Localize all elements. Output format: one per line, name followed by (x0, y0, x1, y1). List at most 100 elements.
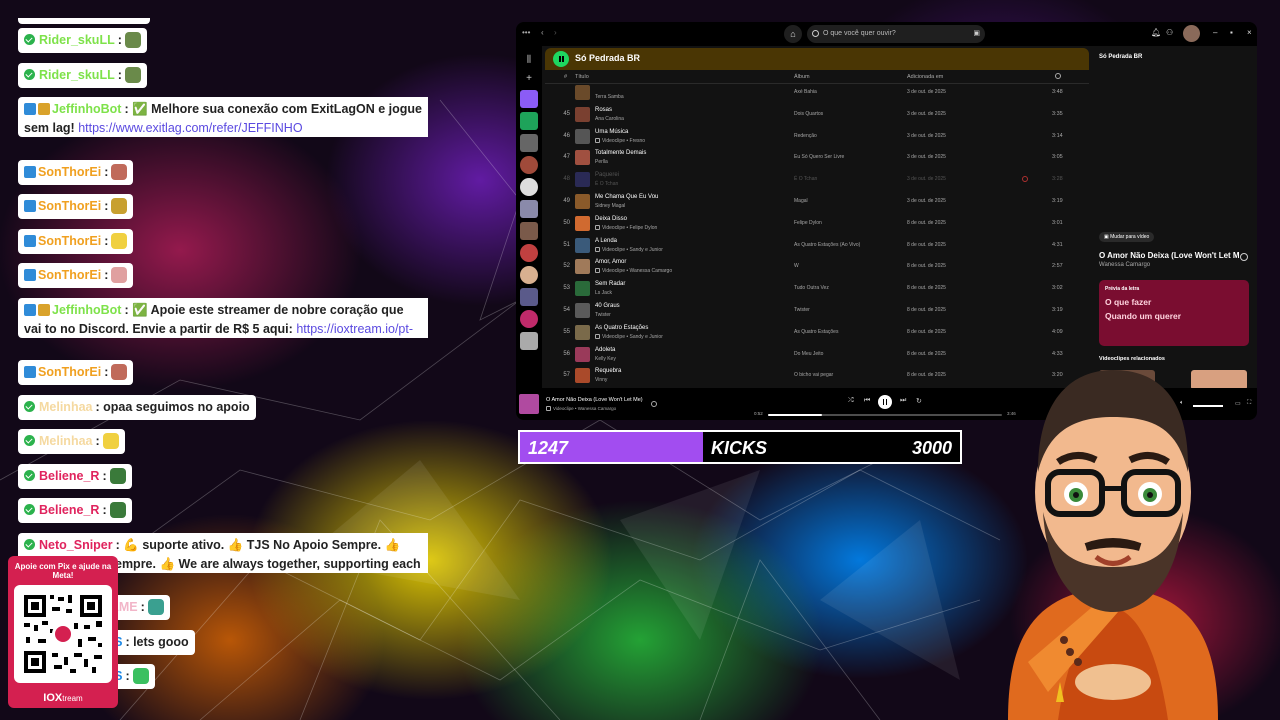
pause-button[interactable] (553, 51, 569, 67)
chat-username[interactable]: SonThorEi (38, 268, 101, 282)
col-title[interactable]: Título (575, 74, 589, 80)
track-row[interactable]: 47 Totalmente Demais Perlla Eu Só Quero Ser… (545, 147, 1089, 169)
browse-icon[interactable]: ▣ (973, 25, 980, 43)
track-row[interactable]: 49 Me Chama Que Eu Vou Sidney Magal Magal 3 … (545, 191, 1089, 213)
track-row[interactable]: 52 Amor, Amor Videoclipe • Wanessa Camargo… (545, 256, 1089, 278)
player-title[interactable]: O Amor Não Deixa (Love Won't Let Me) (546, 397, 643, 403)
friends-icon[interactable]: ⚇ (1166, 28, 1173, 37)
track-album[interactable]: É O Tchan (794, 176, 817, 182)
library-item[interactable] (520, 134, 538, 152)
bell-icon[interactable]: 🔔︎ (1151, 28, 1161, 37)
chat-username[interactable]: Melinhaa (39, 400, 93, 414)
add-to-library-icon[interactable] (1240, 253, 1248, 261)
track-row[interactable]: 51 A Lenda Videoclipe • Sandy e Junior As Q… (545, 235, 1089, 257)
user-avatar[interactable] (1183, 25, 1200, 42)
track-album[interactable]: Do Meu Jeito (794, 351, 823, 357)
chat-username[interactable]: JeffinhoBot (52, 102, 121, 116)
track-row[interactable]: 46 Uma Música Videoclipe • Fresno Redenção 3… (545, 126, 1089, 148)
col-album[interactable]: Álbum (794, 74, 810, 80)
chat-username[interactable]: SonThorEi (38, 199, 101, 213)
library-item[interactable] (520, 222, 538, 240)
next-icon[interactable]: ⏭︎ (900, 397, 906, 405)
library-item[interactable] (520, 332, 538, 350)
track-artist[interactable]: Videoclipe • Sandy e Junior (595, 246, 663, 253)
minimize-icon[interactable]: – (1213, 28, 1217, 37)
track-album[interactable]: Axé Bahia (794, 89, 817, 95)
track-artist[interactable]: É O Tchan (595, 181, 618, 187)
track-artist[interactable]: Terra Samba (595, 94, 624, 100)
home-button[interactable]: ⌂ (784, 25, 802, 43)
more-options-icon[interactable]: ••• (522, 28, 530, 37)
track-artist[interactable]: Twister (595, 312, 611, 318)
miniplayer-icon[interactable]: ▭ (1235, 400, 1241, 407)
lyrics-preview[interactable]: Prévia da letra O que fazer Quando um qu… (1099, 280, 1249, 346)
chat-username[interactable]: Melinhaa (39, 434, 93, 448)
track-row[interactable]: 54 40 Graus Twister Twister 8 de out. de 202… (545, 300, 1089, 322)
chat-username[interactable]: Neto_Sniper (39, 538, 113, 552)
track-artist[interactable]: Vinny (595, 377, 607, 383)
previous-icon[interactable]: ⏮︎ (864, 397, 870, 405)
track-album[interactable]: Magal (794, 198, 808, 204)
track-album[interactable]: Twister (794, 307, 810, 313)
track-row[interactable]: 55 As Quatro Estações Videoclipe • Sandy e… (545, 322, 1089, 344)
track-row[interactable]: 50 Deixa Disso Videoclipe • Felipe Dylon Fe… (545, 213, 1089, 235)
track-artist[interactable]: Ana Carolina (595, 116, 624, 122)
track-album[interactable]: Dois Quartos (794, 111, 823, 117)
track-artist[interactable]: Videoclipe • Fresno (595, 137, 645, 144)
library-item[interactable] (520, 200, 538, 218)
track-row[interactable]: Terra Samba Axé Bahia 3 de out. de 2025 3:4… (545, 84, 1089, 104)
chat-username[interactable]: SonThorEi (38, 165, 101, 179)
track-artist[interactable]: Videoclipe • Sandy e Junior (595, 333, 663, 340)
back-icon[interactable]: ‹ (541, 28, 544, 37)
maximize-icon[interactable]: ▪ (1230, 28, 1233, 37)
track-artist[interactable]: Videoclipe • Felipe Dylon (595, 224, 657, 231)
player-subtitle[interactable]: Videoclipe • Wanessa Camargo (546, 406, 616, 411)
chat-username[interactable]: SonThorEi (38, 365, 101, 379)
chat-username[interactable]: Rider_skuLL (39, 68, 115, 82)
col-added[interactable]: Adicionada em (907, 74, 943, 80)
track-row[interactable]: 53 Sem Radar Ls Jack Tudo Outra Vez 8 de out… (545, 278, 1089, 300)
track-album[interactable]: O bicho vai pegar (794, 372, 833, 378)
now-playing-cover[interactable] (519, 394, 539, 414)
track-album[interactable]: Tudo Outra Vez (794, 285, 829, 291)
repeat-icon[interactable]: ↻ (916, 397, 922, 405)
library-item[interactable] (520, 244, 538, 262)
chat-username[interactable]: JeffinhoBot (52, 303, 121, 317)
chat-username[interactable]: Beliene_R (39, 469, 99, 483)
track-artist[interactable]: Perlla (595, 159, 608, 165)
library-item[interactable] (520, 310, 538, 328)
track-artist[interactable]: Sidney Magal (595, 203, 625, 209)
chat-username[interactable]: SonThorEi (38, 234, 101, 248)
search-input[interactable]: O que você quer ouvir? ▣ (807, 25, 985, 43)
add-icon[interactable]: + (520, 72, 538, 86)
chat-username[interactable]: Rider_skuLL (39, 33, 115, 47)
library-item[interactable] (520, 178, 538, 196)
play-pause-button[interactable] (878, 395, 892, 409)
add-icon[interactable] (651, 401, 657, 407)
track-album[interactable]: Eu Só Quero Ser Livre (794, 154, 844, 160)
now-playing-title[interactable]: O Amor Não Deixa (Love Won't Let Me) (1099, 251, 1239, 260)
library-icon[interactable]: ⫼ (520, 50, 538, 68)
forward-icon[interactable]: › (554, 28, 557, 37)
fullscreen-icon[interactable]: ⛶ (1247, 400, 1251, 407)
track-album[interactable]: Redenção (794, 133, 817, 139)
close-icon[interactable]: × (1247, 28, 1252, 37)
saved-episodes-icon[interactable] (520, 112, 538, 130)
liked-songs-icon[interactable] (520, 90, 538, 108)
library-item[interactable] (520, 288, 538, 306)
now-playing-artist[interactable]: Wanessa Camargo (1099, 262, 1150, 268)
progress-bar[interactable] (768, 414, 1002, 416)
track-artist[interactable]: Kelly Key (595, 356, 616, 362)
shuffle-icon[interactable]: ⤮ (848, 397, 854, 405)
track-album[interactable]: As Quatro Estações (Ao Vivo) (794, 242, 860, 248)
track-row[interactable]: 45 Rosas Ana Carolina Dois Quartos 3 de out.… (545, 104, 1089, 126)
track-artist[interactable]: Ls Jack (595, 290, 612, 296)
chat-username[interactable]: Beliene_R (39, 503, 99, 517)
track-row[interactable]: 48 Paquerei É O Tchan É O Tchan 3 de out. de… (545, 169, 1089, 191)
track-artist[interactable]: Videoclipe • Wanessa Camargo (595, 268, 672, 274)
chat-link[interactable]: https://www.exitlag.com/refer/JEFFINHO (78, 121, 302, 135)
library-item[interactable] (520, 266, 538, 284)
track-album[interactable]: Felipe Dylon (794, 220, 822, 226)
library-item[interactable] (520, 156, 538, 174)
track-album[interactable]: W (794, 263, 799, 269)
